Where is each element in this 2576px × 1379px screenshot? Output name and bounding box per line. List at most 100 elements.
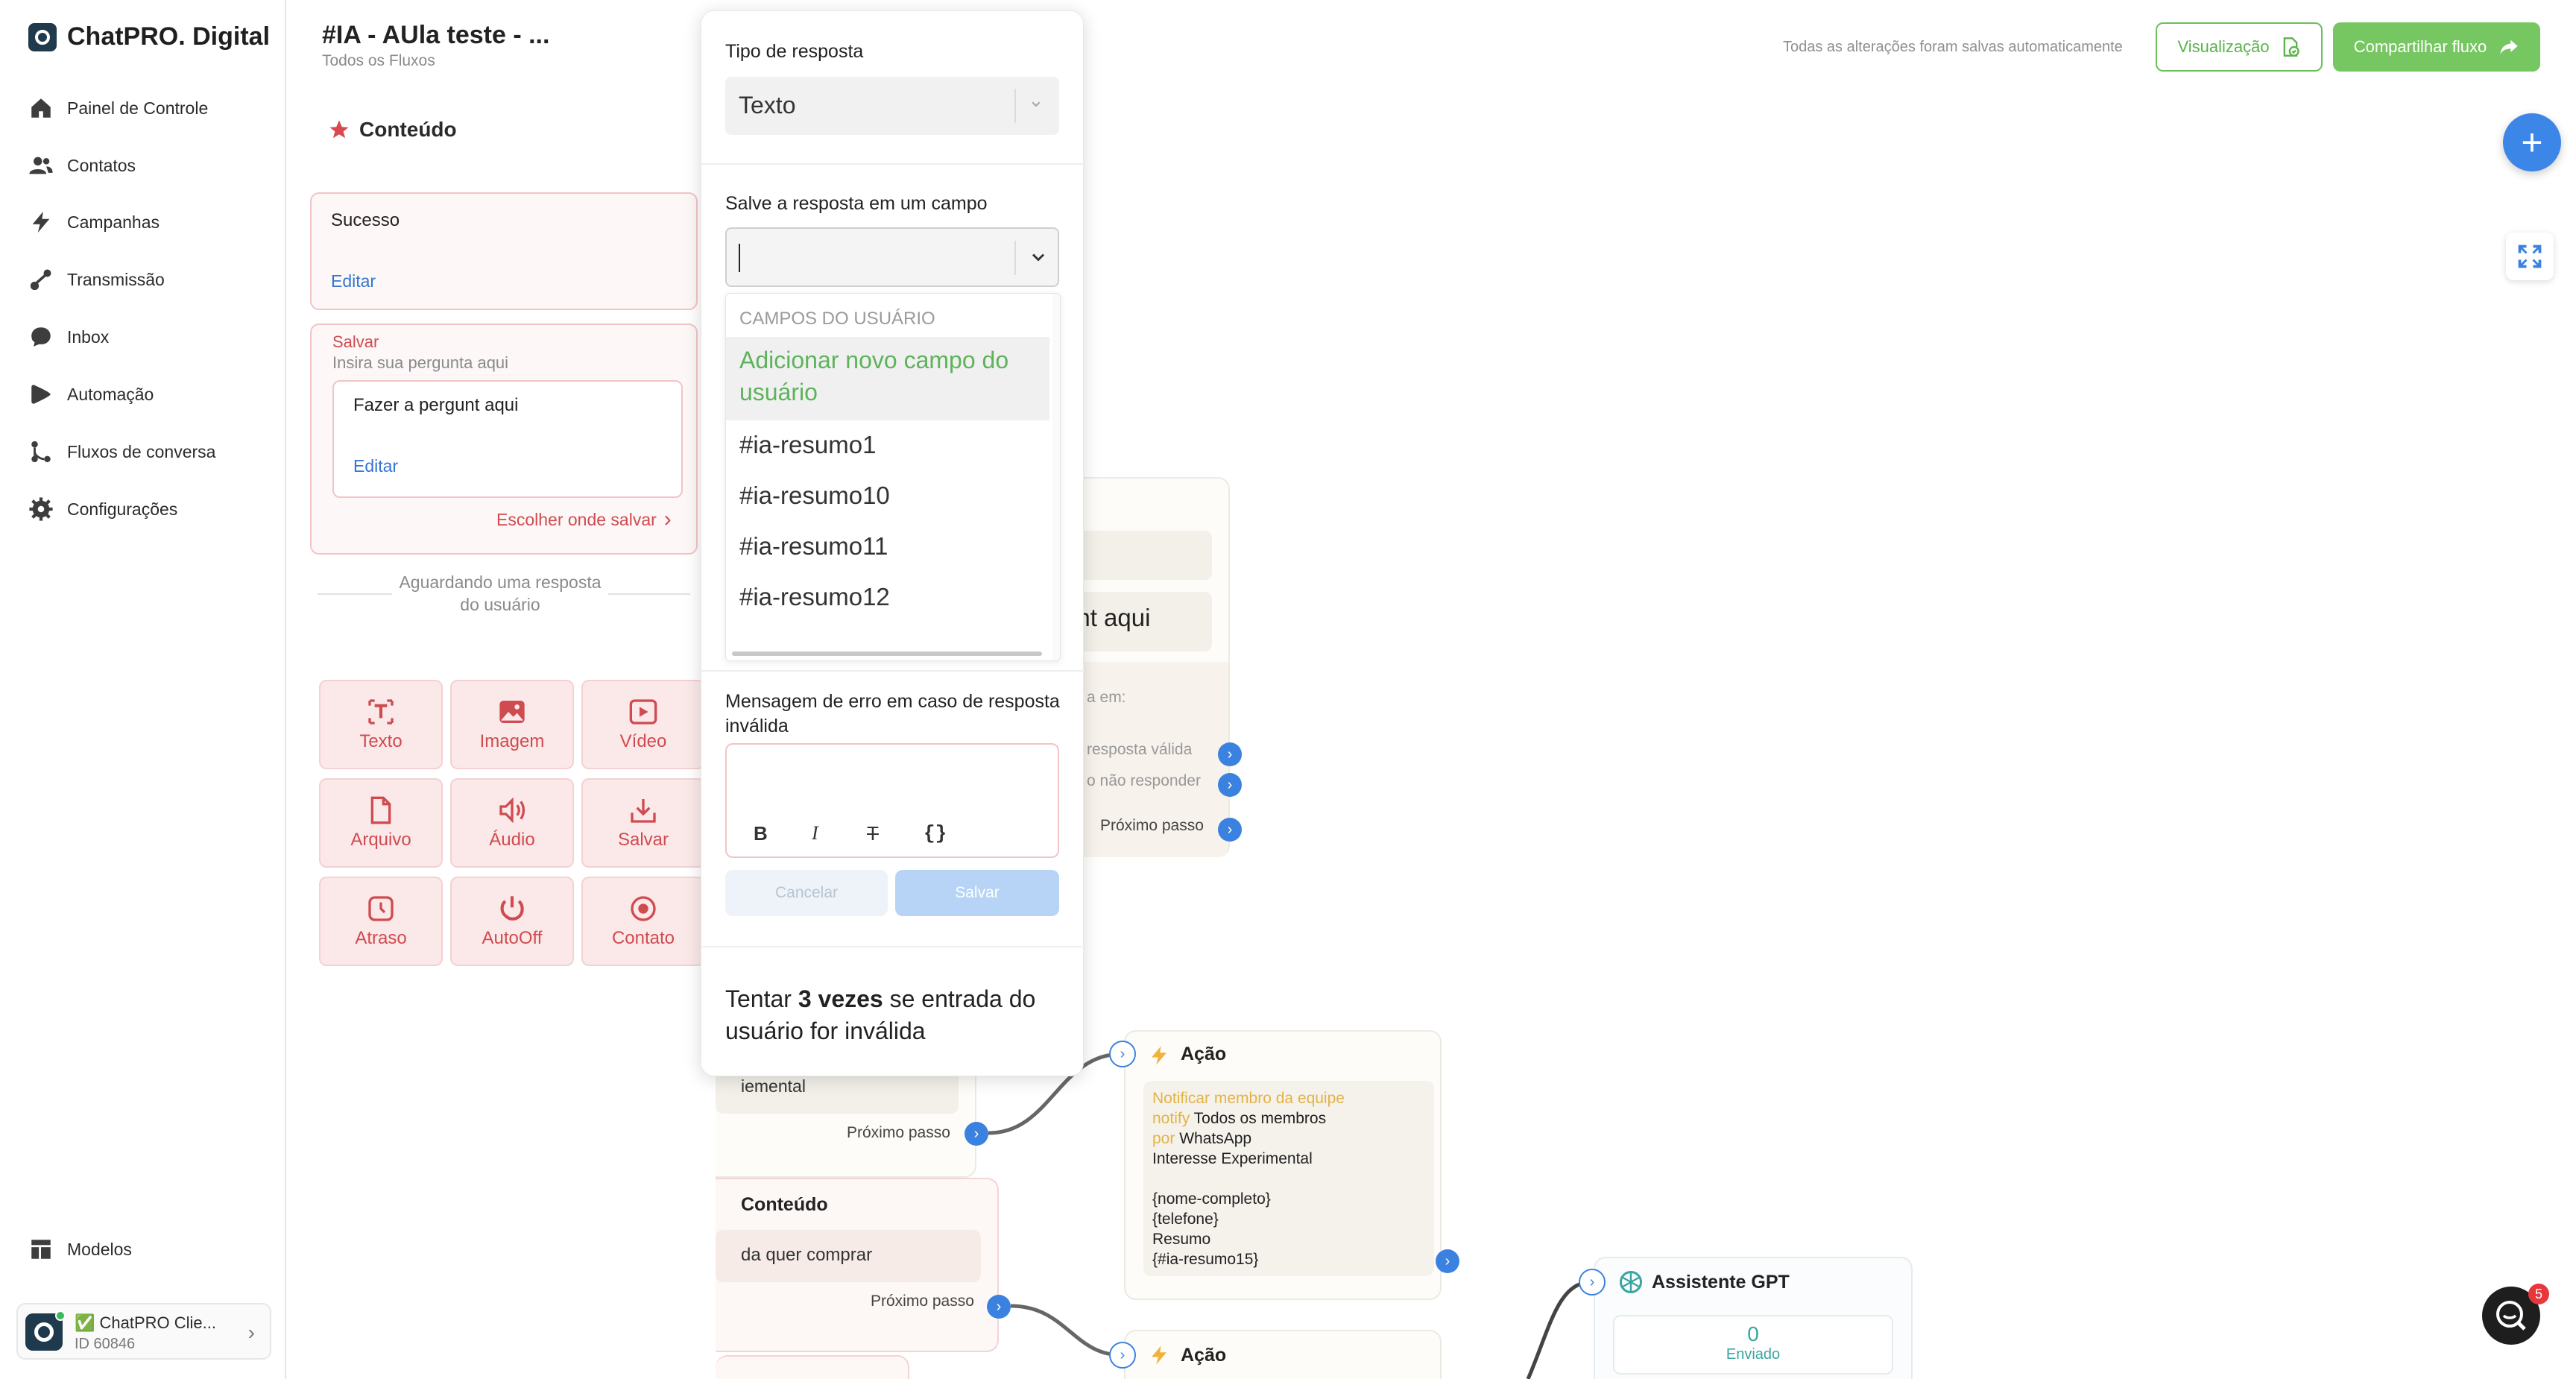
success-text: Sucesso	[331, 210, 400, 230]
tool-contact-button[interactable]: Contato	[581, 877, 705, 966]
dropdown-group-header: CAMPOS DO USUÁRIO	[739, 309, 935, 329]
action-line: {#ia-resumo15}	[1152, 1251, 1259, 1268]
italic-icon[interactable]: I	[812, 822, 818, 845]
action-line: Interesse Experimental	[1152, 1150, 1313, 1167]
gpt-input-connector[interactable]: ›	[1579, 1269, 1606, 1296]
action-node-2[interactable]: Ação	[1124, 1330, 1442, 1379]
tool-image-button[interactable]: Imagem	[450, 680, 574, 769]
gpt-assistant-node[interactable]: Assistente GPT 0 Enviado	[1594, 1257, 1913, 1379]
action-input-connector[interactable]: ›	[1109, 1342, 1136, 1369]
response-type-label: Tipo de resposta	[725, 41, 864, 62]
save-in-label: a em:	[1087, 689, 1126, 706]
question-settings-popup: Tipo de resposta Texto ⌄ Salve a respost…	[701, 10, 1085, 1076]
retry-count[interactable]: 3 vezes	[798, 985, 883, 1012]
divider	[701, 670, 1085, 672]
por-value: WhatsApp	[1179, 1130, 1252, 1147]
chat-icon	[2496, 1301, 2526, 1331]
fit-view-button[interactable]	[2506, 233, 2554, 280]
content-node-title: Conteúdo	[741, 1194, 828, 1215]
edit-link[interactable]: Editar	[353, 456, 398, 476]
tool-delay-button[interactable]: Atraso	[319, 877, 443, 966]
add-node-button[interactable]: +	[2503, 113, 2561, 171]
retry-prefix: Tentar	[725, 985, 798, 1012]
bold-icon[interactable]: B	[754, 822, 768, 845]
tool-label: Atraso	[355, 928, 407, 948]
gpt-sent-label: Enviado	[1726, 1346, 1781, 1363]
save-field-label: Salve a resposta em um campo	[725, 193, 988, 214]
success-card[interactable]: Sucesso Editar	[310, 192, 698, 310]
valid-response-label: resposta válida	[1087, 741, 1193, 758]
action-details: Notificar membro da equipe notify Todos …	[1143, 1081, 1434, 1276]
panel-title-text: Conteúdo	[359, 118, 457, 141]
contact-icon	[631, 896, 656, 921]
action-title: Ação	[1181, 1345, 1227, 1366]
no-reply-label: o não responder	[1087, 772, 1201, 789]
tool-label: Arquivo	[350, 830, 411, 850]
tool-file-button[interactable]: Arquivo	[319, 778, 443, 868]
action-notify-line: notify Todos os membros	[1152, 1108, 1425, 1129]
text-icon	[368, 699, 394, 725]
panel-title: Conteúdo	[328, 118, 457, 142]
next-step-label: Próximo passo	[1100, 817, 1204, 834]
code-braces-icon[interactable]: {}	[924, 822, 947, 845]
question-placeholder: Insira sua pergunta aqui	[332, 353, 509, 372]
next-step-label: Próximo passo	[871, 1293, 974, 1310]
action-line: {nome-completo}	[1152, 1190, 1271, 1208]
next-step-connector[interactable]: ›	[1218, 818, 1242, 842]
next-step-connector[interactable]: ›	[987, 1295, 1011, 1319]
content-node[interactable]: Conteúdo da quer comprar Próximo passo	[716, 1178, 999, 1352]
video-icon	[629, 699, 657, 725]
dropdown-horizontal-scrollbar[interactable]	[732, 651, 1042, 656]
dropdown-option[interactable]: #ia-resumo12	[739, 583, 890, 611]
retry-setting[interactable]: Tentar 3 vezes se entrada do usuário for…	[725, 983, 1061, 1047]
expand-icon	[2518, 244, 2542, 268]
text-caret	[739, 244, 740, 272]
lightning-icon	[1152, 1345, 1167, 1365]
dropdown-option[interactable]: #ia-resumo1	[739, 431, 876, 459]
tool-label: Imagem	[479, 731, 545, 751]
node-text: da quer comprar	[741, 1245, 873, 1265]
image-icon	[499, 701, 525, 723]
plus-icon: +	[2521, 122, 2543, 163]
action-output-connector[interactable]: ›	[1436, 1249, 1459, 1273]
download-icon	[631, 799, 656, 823]
por-keyword: por	[1152, 1130, 1175, 1147]
error-message-label: Mensagem de erro em caso de resposta inv…	[725, 691, 1060, 736]
tool-audio-button[interactable]: Áudio	[450, 778, 574, 868]
action-title: Ação	[1181, 1044, 1227, 1064]
action-heading: Notificar membro da equipe	[1152, 1090, 1345, 1107]
error-message-editor[interactable]: B I T {}	[725, 743, 1059, 858]
dropdown-scrollbar[interactable]	[1052, 294, 1060, 660]
waiting-status: Aguardando uma resposta do usuário	[392, 571, 608, 616]
content-editor-panel: Conteúdo Sucesso Editar Salvar Insira su…	[288, 95, 705, 1379]
notify-keyword: notify	[1152, 1110, 1190, 1127]
strikethrough-icon[interactable]: T	[867, 822, 879, 845]
speaker-icon	[499, 797, 525, 824]
gpt-stats: 0 Enviado	[1613, 1315, 1893, 1375]
tool-text-button[interactable]: Texto	[319, 680, 443, 769]
edit-link[interactable]: Editar	[331, 271, 376, 291]
cancel-button[interactable]: Cancelar	[725, 870, 888, 916]
next-step-connector[interactable]: ›	[965, 1122, 988, 1146]
tool-save-button[interactable]: Salvar	[581, 778, 705, 868]
tool-autooff-button[interactable]: AutoOff	[450, 877, 574, 966]
select-separator	[1014, 241, 1016, 275]
valid-response-connector[interactable]: ›	[1218, 742, 1242, 766]
action-input-connector[interactable]: ›	[1109, 1041, 1136, 1067]
field-dropdown-list[interactable]: CAMPOS DO USUÁRIO Adicionar novo campo d…	[725, 293, 1061, 661]
no-reply-connector[interactable]: ›	[1218, 773, 1242, 797]
select-separator	[1014, 89, 1016, 123]
dropdown-option-add-new[interactable]: Adicionar novo campo do usuário	[726, 337, 1049, 420]
save-field-select[interactable]	[725, 227, 1059, 287]
tool-video-button[interactable]: Vídeo	[581, 680, 705, 769]
dropdown-option[interactable]: #ia-resumo10	[739, 482, 890, 510]
choose-save-location-link[interactable]: Escolher onde salvar ›	[496, 507, 672, 532]
node-partial-bottom[interactable]	[716, 1355, 909, 1379]
response-type-select[interactable]: Texto ⌄	[725, 77, 1059, 135]
action-node[interactable]: Ação Notificar membro da equipe notify T…	[1124, 1030, 1442, 1300]
dropdown-option[interactable]: #ia-resumo11	[739, 532, 888, 561]
question-box[interactable]: Fazer a pergunt aqui Editar	[332, 380, 683, 498]
response-type-value: Texto	[739, 92, 796, 119]
save-button[interactable]: Salvar	[895, 870, 1059, 916]
save-question-card[interactable]: Salvar Insira sua pergunta aqui Fazer a …	[310, 324, 698, 555]
